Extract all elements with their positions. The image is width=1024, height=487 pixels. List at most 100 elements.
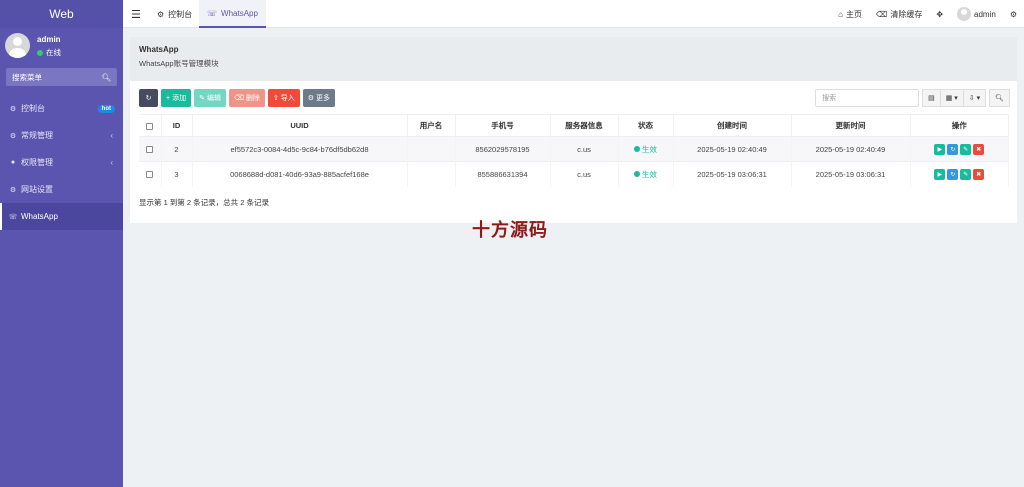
search-icon: 🔍︎ <box>995 95 1004 102</box>
download-icon: ⇩ ▾ <box>968 95 981 102</box>
cell-updated: 2025-05-19 03:06:31 <box>791 161 911 187</box>
table-row[interactable]: 3 0068688d-d081-40d6-93a9-885acfef168e 8… <box>139 161 1009 187</box>
pencil-icon[interactable]: ✎ <box>960 168 972 180</box>
sidebar-menu: ⚙ 控制台 hot ⚙ 常规管理 ‹ ● 权限管理 ‹ ⚙ 网站设置 ☏ Wha… <box>0 95 123 230</box>
export-button[interactable]: ⇩ ▾ <box>963 89 987 107</box>
status-label: 生效 <box>642 169 657 179</box>
advanced-search-button[interactable]: 🔍︎ <box>989 89 1010 107</box>
column-header[interactable]: UUID <box>192 114 408 137</box>
table-panel: ↻ + 添加 ✎ 编辑 ⌫ 删除 ⇧ 导入 ⚙ 更多 搜索 ▤ ▦ ▾ ⇩ ▾ 🔍︎ ID… <box>130 81 1017 223</box>
user-avatar <box>5 33 30 58</box>
status-badge: 生效 <box>634 169 657 180</box>
sync-icon[interactable]: ↻ <box>947 168 959 180</box>
column-header[interactable]: 手机号 <box>455 114 551 137</box>
search-input[interactable]: 搜索 <box>815 89 920 107</box>
list-icon: ▤ <box>928 95 935 102</box>
refresh-icon: ↻ <box>145 95 152 102</box>
column-header[interactable]: 状态 <box>618 114 674 137</box>
user-menu-label: admin <box>974 9 996 19</box>
user-panel: admin 在线 <box>0 28 123 66</box>
tab-label: 控制台 <box>168 9 193 19</box>
cell-status: 生效 <box>618 136 674 162</box>
pencil-icon[interactable]: ✎ <box>960 143 972 155</box>
more-button[interactable]: ⚙ 更多 <box>302 89 336 107</box>
sidebar: Web admin 在线 搜索菜单 🔍︎ ⚙ 控制台 hot ⚙ 常规管理 ‹ … <box>0 0 123 487</box>
table-row[interactable]: 2 ef5572c3-0084-4d5c-9c84-b76df5db62d8 8… <box>139 136 1009 162</box>
upload-icon: ⇧ <box>272 95 279 102</box>
tab-dashboard[interactable]: ⚙ 控制台 <box>149 0 200 28</box>
status-dot-icon <box>634 171 640 178</box>
edit-button[interactable]: ✎ 编辑 <box>194 89 226 107</box>
cell-updated: 2025-05-19 02:40:49 <box>791 136 911 162</box>
more-label: 更多 <box>316 95 331 102</box>
cogs-icon: ⚙ <box>9 186 17 194</box>
delete-button[interactable]: ⌫ 删除 <box>228 89 265 107</box>
play-icon[interactable]: ▶ <box>934 168 946 180</box>
sync-icon[interactable]: ↻ <box>947 143 959 155</box>
column-header[interactable]: ID <box>161 114 193 137</box>
sidebar-item-site-settings[interactable]: ⚙ 网站设置 <box>0 176 123 203</box>
cell-actions: ▶ ↻ ✎ ✖ <box>910 161 1009 187</box>
trash-icon: ⌫ <box>876 9 888 19</box>
clear-cache-label: 清除缓存 <box>890 9 923 19</box>
toggle-view-button[interactable]: ▤ <box>922 89 941 107</box>
columns-icon: ▦ ▾ <box>945 95 958 102</box>
play-icon[interactable]: ▶ <box>934 143 946 155</box>
cog-icon: ⚙ <box>307 95 315 102</box>
sidebar-item-general[interactable]: ⚙ 常规管理 ‹ <box>0 122 123 149</box>
tab-whatsapp[interactable]: ☏ WhatsApp <box>199 0 266 28</box>
home-link[interactable]: ⌂ 主页 <box>831 9 869 20</box>
sidebar-item-whatsapp[interactable]: ☏ WhatsApp <box>0 203 123 230</box>
cell-phone: 8562029578195 <box>455 136 551 162</box>
sidebar-item-dashboard[interactable]: ⚙ 控制台 hot <box>0 95 123 122</box>
user-status-label: 在线 <box>46 48 61 57</box>
columns-button[interactable]: ▦ ▾ <box>940 89 964 107</box>
home-label: 主页 <box>846 9 863 19</box>
hot-badge: hot <box>97 104 115 113</box>
user-menu[interactable]: admin <box>950 7 1003 21</box>
avatar <box>957 7 972 21</box>
add-button[interactable]: + 添加 <box>161 89 192 107</box>
refresh-button[interactable]: ↻ <box>139 89 158 107</box>
select-all-cell[interactable] <box>139 114 162 137</box>
fullscreen-button[interactable]: ✥ <box>929 10 950 19</box>
select-all-checkbox[interactable] <box>146 122 154 130</box>
row-actions: ▶ ↻ ✎ ✖ <box>934 143 985 155</box>
topbar-actions: ⌂ 主页 ⌫ 清除缓存 ✥ admin ⚙ <box>831 0 1024 28</box>
sidebar-search[interactable]: 搜索菜单 🔍︎ <box>6 68 117 86</box>
search-icon[interactable]: 🔍︎ <box>101 73 111 82</box>
menu-toggle-icon[interactable]: ☰ <box>131 8 141 21</box>
column-header[interactable]: 服务器信息 <box>550 114 619 137</box>
whatsapp-icon: ☏ <box>207 8 218 18</box>
row-select-cell[interactable] <box>139 136 162 162</box>
cogs-icon: ⚙ <box>9 132 17 140</box>
row-checkbox[interactable] <box>146 146 154 154</box>
topbar: ☰ ⚙ 控制台 ☏ WhatsApp ⌂ 主页 ⌫ 清除缓存 ✥ admin ⚙ <box>123 0 1024 28</box>
cell-username <box>407 136 456 162</box>
chevron-left-icon: ‹ <box>110 158 113 167</box>
page-header: WhatsApp WhatsApp账号管理模块 <box>130 37 1017 81</box>
trash-icon[interactable]: ✖ <box>973 168 985 180</box>
pagination-summary: 显示第 1 到第 2 条记录，总共 2 条记录 <box>139 198 270 207</box>
delete-label: 删除 <box>245 95 260 102</box>
column-header[interactable]: 更新时间 <box>791 114 911 137</box>
trash-icon[interactable]: ✖ <box>973 143 985 155</box>
cell-created: 2025-05-19 02:40:49 <box>673 136 792 162</box>
column-header[interactable]: 创建时间 <box>673 114 792 137</box>
user-status: 在线 <box>37 47 61 58</box>
user-name: admin <box>37 35 61 44</box>
sidebar-item-label: 控制台 <box>21 104 45 113</box>
column-header: 操作 <box>910 114 1009 137</box>
plus-icon: + <box>166 94 171 102</box>
settings-button[interactable]: ⚙ <box>1003 10 1024 19</box>
brand-title[interactable]: Web <box>0 0 123 28</box>
sidebar-item-permissions[interactable]: ● 权限管理 ‹ <box>0 149 123 176</box>
row-checkbox[interactable] <box>146 171 154 179</box>
clear-cache-button[interactable]: ⌫ 清除缓存 <box>869 9 929 20</box>
table-header-row: ID UUID 用户名 手机号 服务器信息 状态 创建时间 更新时间 操作 <box>139 114 1009 137</box>
trash-icon: ⌫ <box>233 95 244 102</box>
import-button[interactable]: ⇧ 导入 <box>267 89 300 107</box>
row-select-cell[interactable] <box>139 161 162 187</box>
import-label: 导入 <box>280 95 295 102</box>
column-header[interactable]: 用户名 <box>407 114 456 137</box>
